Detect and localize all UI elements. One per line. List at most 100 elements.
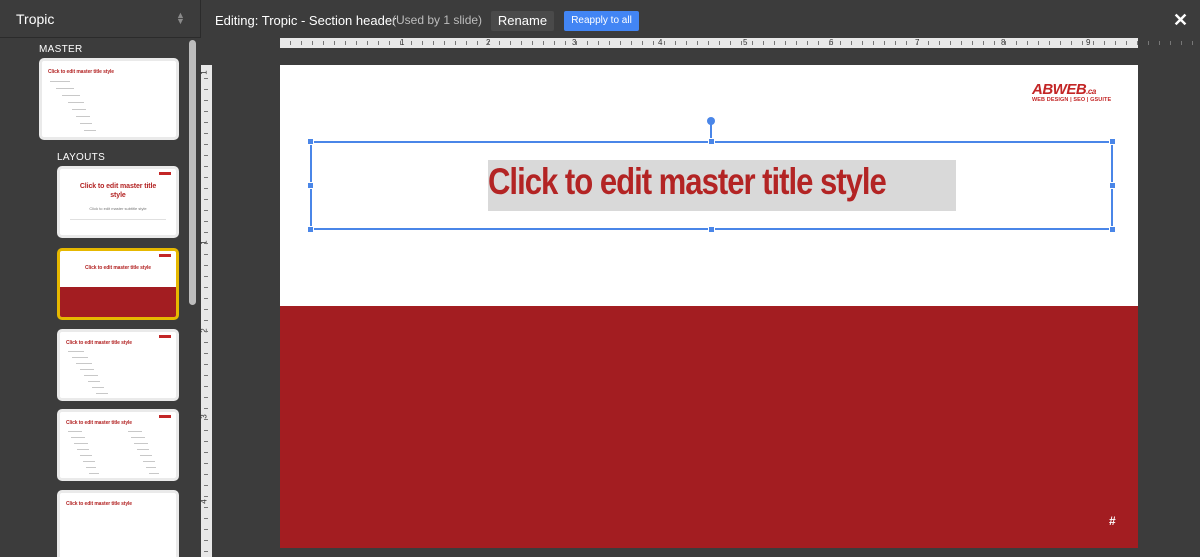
thumbnail-title: Click to edit master title style bbox=[85, 265, 151, 271]
ruler-tick bbox=[345, 41, 346, 45]
layout-thumbnail-section-header[interactable]: Click to edit master title style bbox=[57, 248, 179, 320]
ruler-tick bbox=[204, 144, 208, 145]
resize-handle-top[interactable] bbox=[708, 138, 715, 145]
thumbnail-logo bbox=[159, 415, 171, 418]
ruler-tick bbox=[686, 41, 687, 45]
ruler-tick bbox=[422, 41, 423, 45]
horizontal-ruler-strip bbox=[280, 38, 1138, 48]
ruler-tick bbox=[1049, 41, 1050, 45]
ruler-tick bbox=[1016, 41, 1017, 45]
slide-number-placeholder[interactable]: # bbox=[1109, 514, 1116, 528]
ruler-tick bbox=[521, 41, 522, 45]
horizontal-ruler: 1 2 3 4 5 6 7 8 9 bbox=[200, 38, 1200, 48]
ruler-tick bbox=[488, 41, 489, 45]
layout-thumbnail-title-slide[interactable]: Click to edit master title style Click t… bbox=[57, 166, 179, 238]
title-placeholder-text[interactable]: Click to edit master title style bbox=[488, 161, 887, 203]
ruler-tick bbox=[730, 41, 731, 45]
ruler-tick bbox=[204, 188, 208, 189]
layouts-section-label: LAYOUTS bbox=[57, 152, 106, 163]
title-placeholder-box[interactable]: Click to edit master title style bbox=[307, 138, 1116, 233]
ruler-tick bbox=[1159, 41, 1160, 45]
layout-thumbnail-title-and-body[interactable]: Click to edit master title style bbox=[57, 329, 179, 401]
theme-selector[interactable]: Tropic ▲ ▼ bbox=[0, 0, 200, 38]
ruler-tick bbox=[204, 265, 208, 266]
ruler-tick bbox=[204, 221, 208, 222]
resize-handle-right[interactable] bbox=[1109, 182, 1116, 189]
layout-thumbnail-title-only[interactable]: Click to edit master title style bbox=[57, 490, 179, 557]
ruler-tick bbox=[204, 78, 208, 79]
ruler-tick bbox=[664, 41, 665, 45]
panel-scrollbar[interactable] bbox=[189, 40, 196, 305]
thumbnail-title: Click to edit master title style bbox=[48, 69, 114, 75]
ruler-tick bbox=[598, 41, 599, 45]
ruler-tick bbox=[400, 41, 401, 45]
layout-usage-note: (Used by 1 slide) bbox=[392, 13, 483, 27]
ruler-tick bbox=[829, 41, 830, 45]
ruler-tick bbox=[204, 474, 208, 475]
close-icon[interactable]: ✕ bbox=[1173, 10, 1188, 31]
layout-thumbnail-two-columns[interactable]: Click to edit master title style bbox=[57, 409, 179, 481]
ruler-tick bbox=[204, 364, 208, 365]
ruler-tick bbox=[204, 408, 208, 409]
ruler-tick bbox=[204, 309, 208, 310]
ruler-tick bbox=[796, 41, 797, 45]
red-background-band[interactable] bbox=[280, 306, 1138, 548]
ruler-tick bbox=[950, 41, 951, 45]
ruler-tick bbox=[204, 243, 208, 244]
thumbnail-logo bbox=[159, 335, 171, 338]
ruler-tick bbox=[587, 41, 588, 45]
ruler-tick bbox=[204, 100, 208, 101]
ruler-tick bbox=[1005, 41, 1006, 45]
resize-handle-left[interactable] bbox=[307, 182, 314, 189]
thumbnail-red-band bbox=[60, 287, 176, 317]
ruler-tick bbox=[1060, 41, 1061, 45]
ruler-tick bbox=[1027, 41, 1028, 45]
master-slide-thumbnail[interactable]: Click to edit master title style bbox=[39, 58, 179, 140]
ruler-tick bbox=[851, 41, 852, 45]
slide-canvas[interactable]: ABWEB.ca WEB DESIGN | SEO | GSUITE Click… bbox=[280, 65, 1138, 548]
reapply-to-all-button[interactable]: Reapply to all bbox=[564, 11, 639, 31]
ruler-tick bbox=[939, 41, 940, 45]
logo-wordmark: ABWEB.ca bbox=[1032, 81, 1116, 98]
ruler-tick bbox=[1126, 41, 1127, 45]
ruler-tick bbox=[204, 507, 208, 508]
ruler-tick bbox=[204, 518, 208, 519]
ruler-tick bbox=[763, 41, 764, 45]
ruler-tick bbox=[499, 41, 500, 45]
ruler-tick bbox=[895, 41, 896, 45]
resize-handle-top-left[interactable] bbox=[307, 138, 314, 145]
resize-handle-bottom-right[interactable] bbox=[1109, 226, 1116, 233]
ruler-tick bbox=[466, 41, 467, 45]
thumbnail-title: Click to edit master title style bbox=[79, 183, 157, 199]
resize-handle-top-right[interactable] bbox=[1109, 138, 1116, 145]
ruler-tick bbox=[1082, 41, 1083, 45]
rename-button[interactable]: Rename bbox=[491, 11, 554, 31]
ruler-tick bbox=[477, 41, 478, 45]
up-down-arrows-icon[interactable]: ▲ ▼ bbox=[176, 11, 185, 26]
ruler-tick bbox=[204, 430, 208, 431]
rotate-handle[interactable] bbox=[707, 117, 715, 125]
ruler-tick bbox=[510, 41, 511, 45]
resize-handle-bottom-left[interactable] bbox=[307, 226, 314, 233]
ruler-tick bbox=[367, 41, 368, 45]
ruler-tick bbox=[631, 41, 632, 45]
abweb-logo[interactable]: ABWEB.ca WEB DESIGN | SEO | GSUITE bbox=[1032, 81, 1116, 103]
ruler-number: 4 bbox=[658, 38, 663, 47]
ruler-tick bbox=[204, 375, 208, 376]
ruler-tick bbox=[862, 41, 863, 45]
editing-layout-title: Editing: Tropic - Section header bbox=[215, 13, 397, 28]
ruler-tick bbox=[204, 254, 208, 255]
ruler-tick bbox=[1115, 41, 1116, 45]
ruler-tick bbox=[928, 41, 929, 45]
ruler-tick bbox=[323, 41, 324, 45]
resize-handle-bottom[interactable] bbox=[708, 226, 715, 233]
ruler-tick bbox=[983, 41, 984, 45]
ruler-tick bbox=[204, 452, 208, 453]
thumbnail-title: Click to edit master title style bbox=[66, 340, 132, 346]
ruler-tick bbox=[1181, 41, 1182, 45]
ruler-tick bbox=[1104, 41, 1105, 45]
ruler-tick bbox=[884, 41, 885, 45]
ruler-tick bbox=[204, 397, 208, 398]
ruler-tick bbox=[994, 41, 995, 45]
ruler-tick bbox=[972, 41, 973, 45]
